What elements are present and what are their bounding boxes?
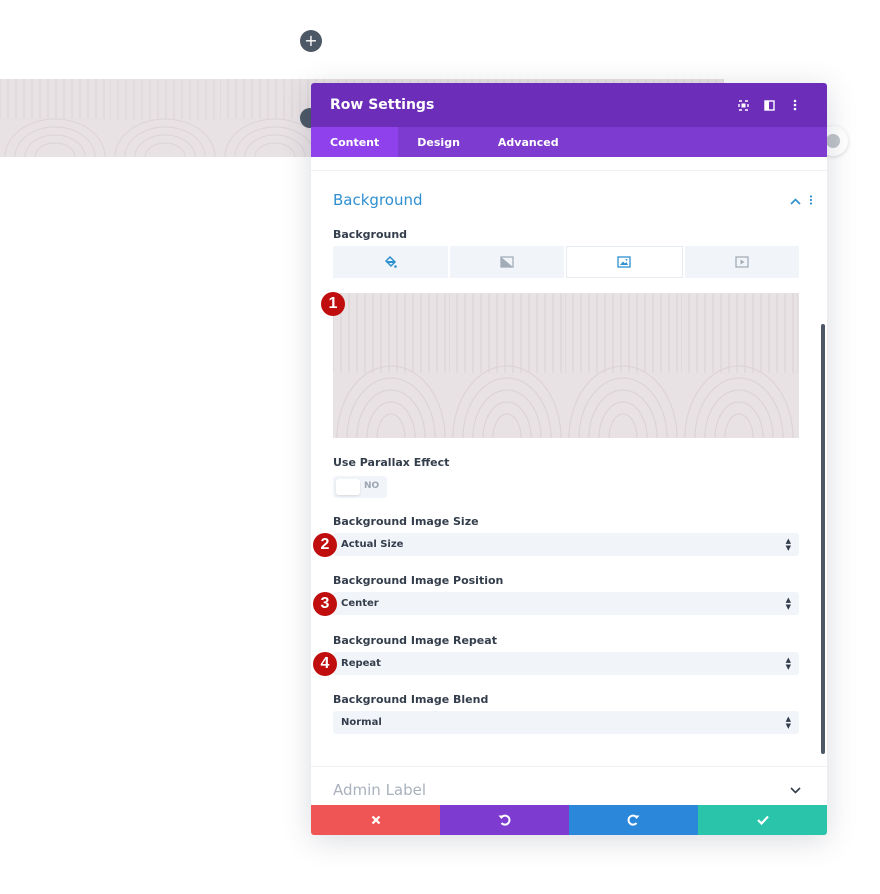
section-controls <box>790 195 813 208</box>
modal-title: Row Settings <box>330 97 435 113</box>
image-size-value: Actual Size <box>341 539 404 550</box>
admin-label-section[interactable]: Admin Label <box>333 781 426 799</box>
cancel-button[interactable] <box>311 805 440 835</box>
select-arrows-icon: ▲ ▼ <box>785 655 791 671</box>
image-position-select[interactable]: Center ▲ ▼ <box>333 592 799 615</box>
select-arrows-icon: ▲ ▼ <box>785 536 791 552</box>
close-icon <box>371 815 380 825</box>
settings-body: Background Background Use Parallax Effec… <box>311 157 827 805</box>
divider <box>311 766 827 767</box>
parallax-toggle[interactable]: NO <box>333 476 387 498</box>
image-repeat-label: Background Image Repeat <box>333 634 497 647</box>
tab-design[interactable]: Design <box>398 127 479 157</box>
modal-header: Row Settings <box>311 83 827 127</box>
image-blend-select[interactable]: Normal ▲ ▼ <box>333 711 799 734</box>
select-arrows-icon: ▲ ▼ <box>785 595 791 611</box>
sidebar-layout-icon[interactable] <box>756 95 782 115</box>
undo-button[interactable] <box>440 805 569 835</box>
row-settings-modal: Row Settings Content Design Advanced Bac… <box>311 83 827 835</box>
image-size-select[interactable]: Actual Size ▲ ▼ <box>333 533 799 556</box>
image-position-label: Background Image Position <box>333 574 504 587</box>
section-title[interactable]: Background <box>333 191 423 209</box>
portability-icon <box>826 134 840 148</box>
image-blend-value: Normal <box>341 717 382 728</box>
select-arrows-icon: ▲ ▼ <box>785 714 791 730</box>
save-button[interactable] <box>698 805 827 835</box>
gradient-icon <box>500 256 514 268</box>
chevron-down-icon[interactable] <box>790 783 801 797</box>
image-size-label: Background Image Size <box>333 515 479 528</box>
redo-icon <box>627 814 640 826</box>
settings-tabs: Content Design Advanced <box>311 127 827 157</box>
step-marker-4: 4 <box>313 652 337 676</box>
kebab-icon[interactable] <box>782 95 808 115</box>
step-marker-2: 2 <box>313 533 337 557</box>
redo-button[interactable] <box>569 805 698 835</box>
toggle-state-text: NO <box>364 481 380 491</box>
scrollbar[interactable] <box>821 324 825 754</box>
expand-icon[interactable] <box>730 95 756 115</box>
bg-tab-gradient[interactable] <box>449 246 564 278</box>
video-icon <box>735 256 749 268</box>
tab-content[interactable]: Content <box>311 127 399 157</box>
image-repeat-select[interactable]: Repeat ▲ ▼ <box>333 652 799 675</box>
step-marker-3: 3 <box>313 592 337 616</box>
image-repeat-value: Repeat <box>341 658 381 669</box>
pattern-graphic <box>333 293 799 438</box>
modal-footer <box>311 805 827 835</box>
section-kebab-icon[interactable] <box>809 195 813 208</box>
paint-bucket-icon <box>384 255 397 268</box>
image-position-value: Center <box>341 598 379 609</box>
background-image-preview[interactable] <box>333 293 799 438</box>
background-type-tabs <box>333 246 799 278</box>
tab-advanced[interactable]: Advanced <box>479 127 578 157</box>
image-icon <box>617 256 631 268</box>
chevron-up-icon[interactable] <box>790 195 801 208</box>
image-blend-label: Background Image Blend <box>333 693 489 706</box>
parallax-label: Use Parallax Effect <box>333 456 450 469</box>
background-label: Background <box>333 228 408 241</box>
step-marker-1: 1 <box>321 292 345 316</box>
bg-tab-image[interactable] <box>566 246 683 278</box>
bg-tab-video[interactable] <box>684 246 799 278</box>
divider <box>311 170 827 171</box>
toggle-knob <box>336 479 360 495</box>
bg-tab-color[interactable] <box>333 246 448 278</box>
check-icon <box>756 815 769 825</box>
add-section-button[interactable]: + <box>300 30 322 52</box>
undo-icon <box>498 814 511 826</box>
